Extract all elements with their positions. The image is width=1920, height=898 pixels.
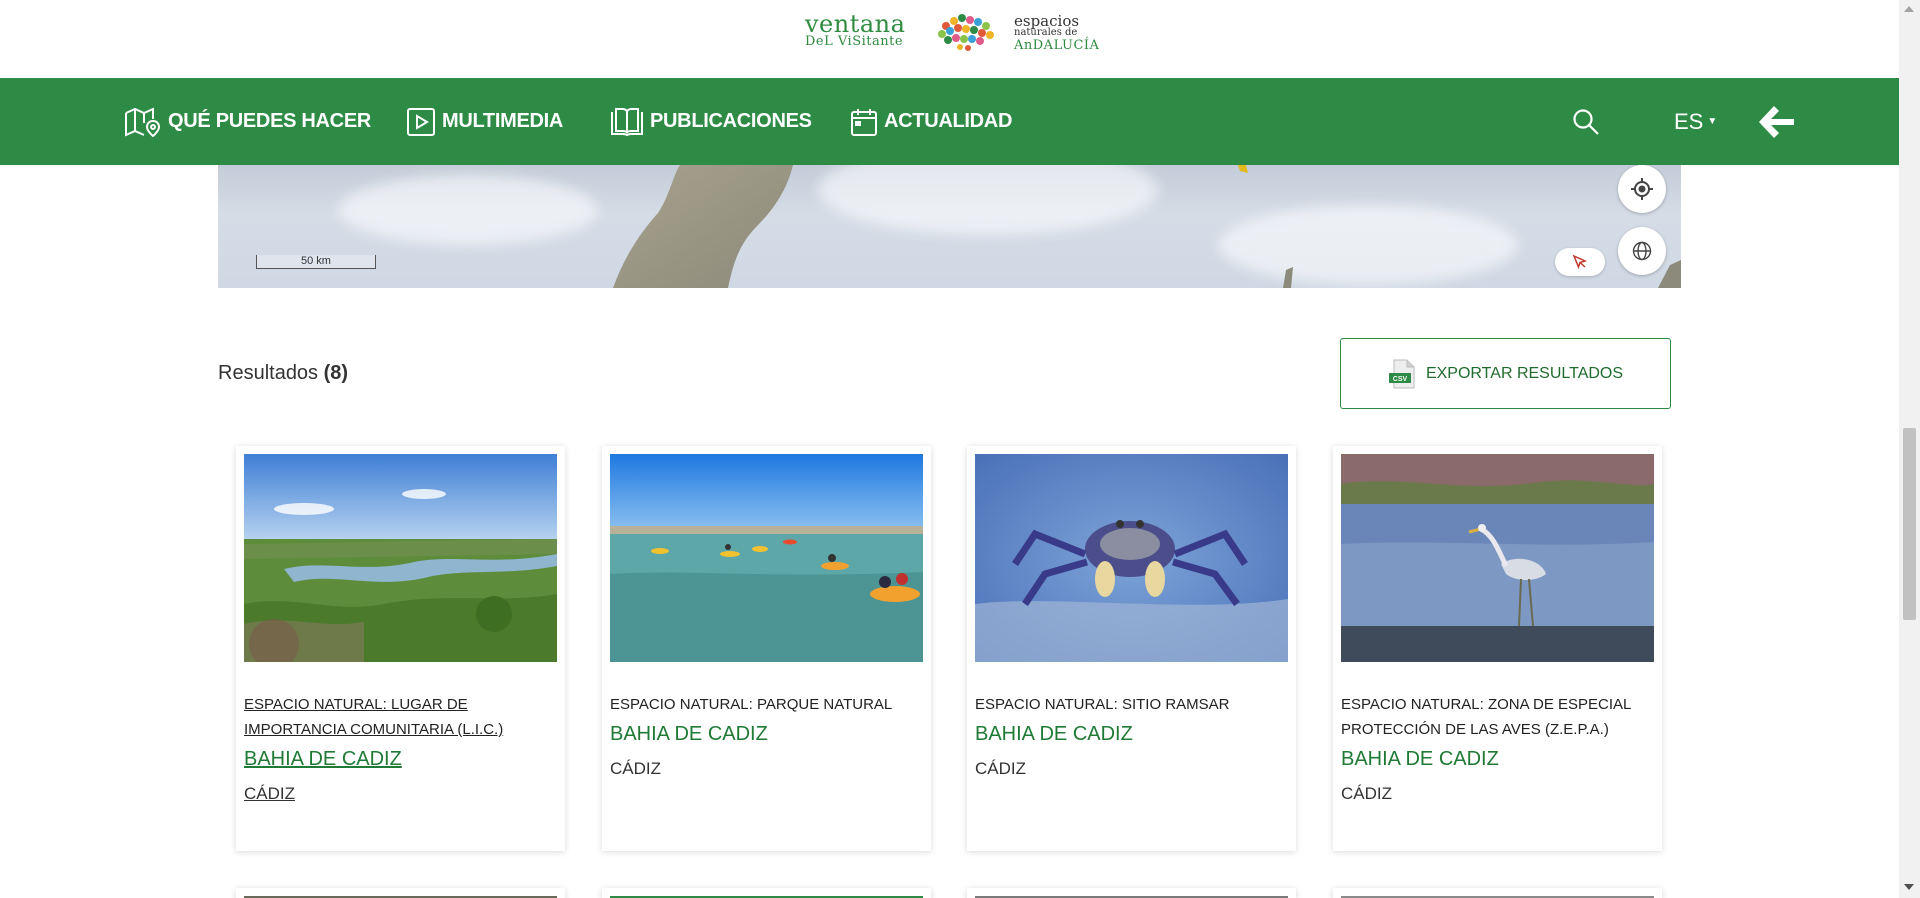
csv-file-icon: CSV bbox=[1388, 359, 1415, 388]
scroll-up-arrow-icon[interactable] bbox=[1904, 6, 1914, 12]
map-scale: 50 km bbox=[256, 255, 376, 269]
svg-text:CSV: CSV bbox=[1393, 376, 1408, 383]
nav-actualidad[interactable]: ACTUALIDAD bbox=[850, 78, 1012, 165]
scrollbar-thumb[interactable] bbox=[1903, 428, 1916, 620]
map-terrain bbox=[613, 165, 1681, 288]
nav-label: QUÉ PUEDES HACER bbox=[168, 110, 372, 132]
card-place: CÁDIZ bbox=[975, 759, 1026, 778]
search-icon bbox=[1573, 108, 1599, 135]
result-card-partial[interactable] bbox=[967, 888, 1296, 898]
logo-text-andalucia: AnDALUCÍA bbox=[1014, 38, 1100, 53]
language-label: ES bbox=[1674, 108, 1704, 134]
result-card[interactable]: ESPACIO NATURAL: ZONA DE ESPECIAL PROTEC… bbox=[1333, 446, 1662, 851]
card-image-crab bbox=[975, 454, 1288, 662]
logo-text-visitante: DeL ViSitante bbox=[805, 34, 904, 49]
crosshair-icon bbox=[1631, 178, 1653, 200]
nav-publicaciones[interactable]: PUBLICACIONES bbox=[610, 78, 812, 165]
logo-text-naturales: naturales de bbox=[1014, 27, 1078, 38]
site-logo[interactable]: ventana DeL ViSitante espacios naturales… bbox=[800, 10, 1100, 54]
back-button[interactable] bbox=[1756, 78, 1796, 165]
result-card[interactable]: ESPACIO NATURAL: SITIO RAMSAR BAHIA DE C… bbox=[967, 446, 1296, 851]
nav-label: MULTIMEDIA bbox=[442, 110, 564, 132]
card-place: CÁDIZ bbox=[1341, 784, 1392, 803]
result-card[interactable]: ESPACIO NATURAL: LUGAR DE IMPORTANCIA CO… bbox=[236, 446, 565, 851]
export-results-button[interactable]: CSV EXPORTAR RESULTADOS bbox=[1340, 338, 1671, 409]
card-title: BAHIA DE CADIZ bbox=[610, 723, 768, 745]
layers-button[interactable] bbox=[1618, 227, 1666, 275]
map-view[interactable]: 50 km bbox=[218, 165, 1681, 288]
card-image-marsh bbox=[244, 454, 557, 662]
caret-down-icon: ▼ bbox=[1707, 116, 1718, 127]
card-title: BAHIA DE CADIZ bbox=[1341, 748, 1499, 770]
card-type: ESPACIO NATURAL: SITIO RAMSAR bbox=[975, 696, 1230, 713]
search-button[interactable] bbox=[1572, 78, 1600, 165]
result-card-partial[interactable] bbox=[602, 888, 931, 898]
card-image-kayaks bbox=[610, 454, 923, 662]
card-type: ESPACIO NATURAL: ZONA DE ESPECIAL PROTEC… bbox=[1341, 696, 1631, 738]
card-type: ESPACIO NATURAL: LUGAR DE IMPORTANCIA CO… bbox=[244, 696, 504, 738]
card-title: BAHIA DE CADIZ bbox=[244, 748, 402, 770]
result-card-partial[interactable] bbox=[236, 888, 565, 898]
card-image-heron bbox=[1341, 454, 1654, 662]
scroll-down-arrow-icon[interactable] bbox=[1904, 884, 1914, 890]
language-selector[interactable]: ES ▼ bbox=[1674, 78, 1717, 165]
cursor-icon bbox=[1572, 254, 1588, 270]
arrow-left-icon bbox=[1759, 105, 1794, 138]
locate-button[interactable] bbox=[1618, 165, 1666, 213]
map-pin-icon bbox=[125, 106, 161, 137]
export-label: EXPORTAR RESULTADOS bbox=[1425, 364, 1624, 382]
result-card[interactable]: ESPACIO NATURAL: PARQUE NATURAL BAHIA DE… bbox=[602, 446, 931, 851]
play-icon bbox=[407, 107, 435, 136]
results-count: (8) bbox=[323, 362, 349, 384]
card-title: BAHIA DE CADIZ bbox=[975, 723, 1133, 745]
select-tool-button[interactable] bbox=[1555, 248, 1605, 276]
nav-label: ACTUALIDAD bbox=[884, 110, 1013, 132]
nav-que-puedes-hacer[interactable]: QUÉ PUEDES HACER bbox=[124, 78, 371, 165]
card-place: CÁDIZ bbox=[244, 784, 295, 803]
result-card-partial[interactable] bbox=[1333, 888, 1662, 898]
calendar-icon bbox=[851, 108, 877, 136]
header-logo-bar: ventana DeL ViSitante espacios naturales… bbox=[0, 0, 1899, 78]
nav-label: PUBLICACIONES bbox=[650, 110, 812, 132]
results-label-text: Resultados bbox=[218, 362, 319, 384]
page-scrollbar[interactable] bbox=[1899, 0, 1920, 898]
nav-multimedia[interactable]: MULTIMEDIA bbox=[406, 78, 563, 165]
globe-icon bbox=[1632, 241, 1652, 261]
logo-tree-icon bbox=[938, 14, 994, 51]
card-place: CÁDIZ bbox=[610, 759, 661, 778]
main-nav: QUÉ PUEDES HACER MULTIMEDIA PUBLICACIONE… bbox=[0, 78, 1899, 165]
results-count-label: Resultados (8) bbox=[218, 362, 348, 385]
book-icon bbox=[611, 107, 643, 136]
card-type: ESPACIO NATURAL: PARQUE NATURAL bbox=[610, 696, 893, 713]
